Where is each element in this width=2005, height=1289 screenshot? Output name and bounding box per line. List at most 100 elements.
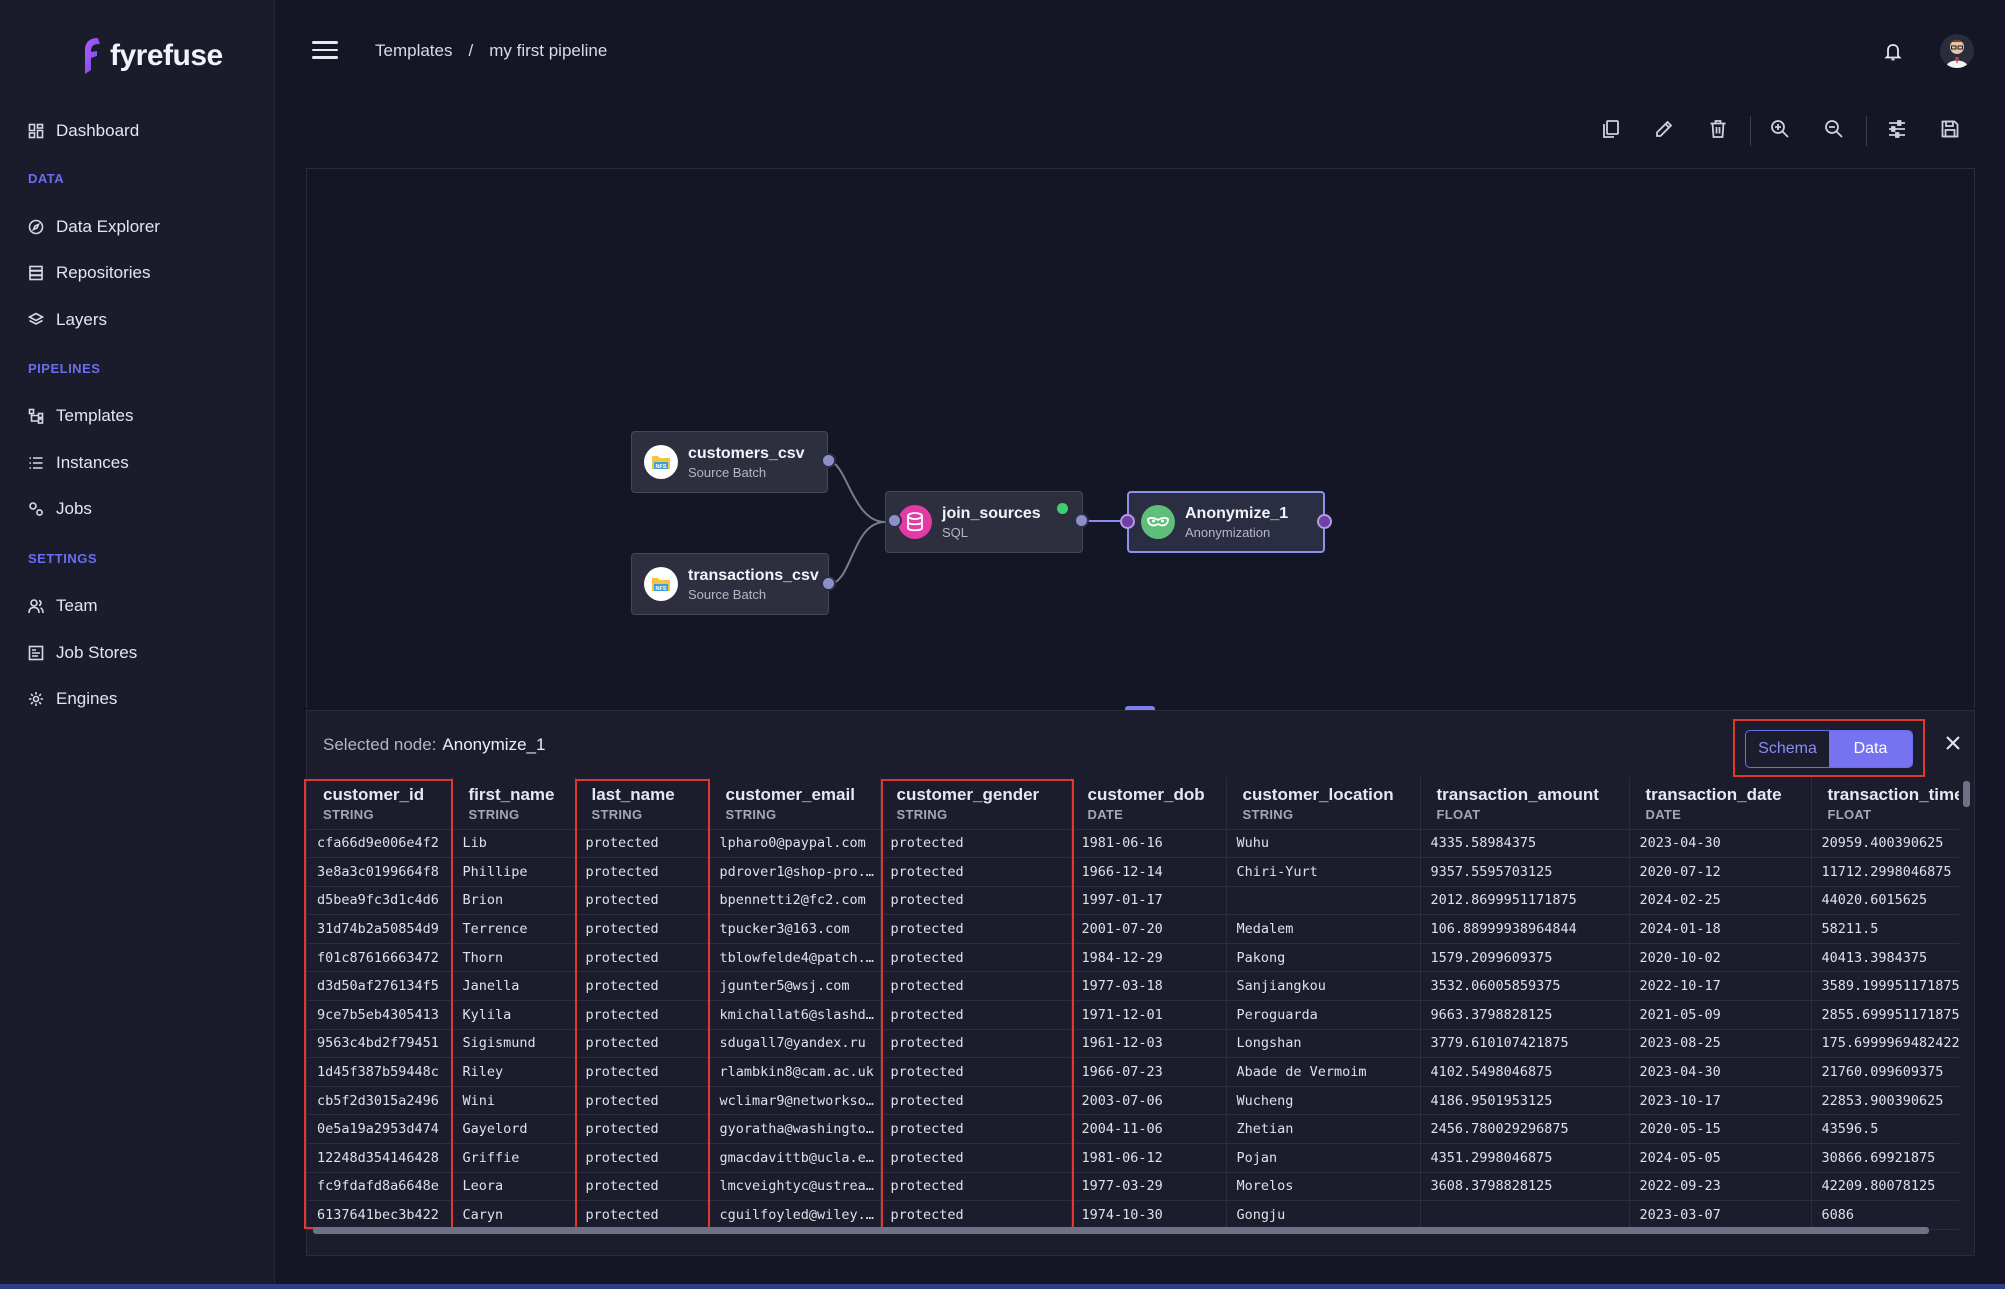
column-header[interactable]: customer_gender STRING — [880, 777, 1072, 830]
edge-customers-join — [827, 460, 886, 523]
table-cell: protected — [575, 886, 710, 916]
data-tab[interactable]: Data — [1829, 731, 1912, 767]
column-header[interactable]: customer_dob DATE — [1071, 777, 1227, 830]
table-row[interactable]: 9ce7b5eb4305413 Kylila protected kmichallat… — [307, 1000, 1959, 1030]
output-port[interactable] — [1074, 513, 1089, 528]
sidebar-item-engines[interactable]: Engines — [28, 686, 117, 712]
fyrefuse-logo[interactable]: fyrefuse — [80, 36, 223, 76]
column-header[interactable]: customer_email STRING — [709, 777, 881, 830]
table-row[interactable]: f01c87616663472 Thorn protected tblowfelde4… — [307, 943, 1959, 973]
avatar[interactable] — [1940, 34, 1974, 68]
copy-button[interactable] — [1600, 118, 1626, 144]
table-row[interactable]: d5bea9fc3d1c4d6 Brion protected bpennetti2@… — [307, 886, 1959, 916]
column-header[interactable]: customer_location STRING — [1226, 777, 1421, 830]
table-row[interactable]: 1d45f387b59448c Riley protected rlambkin8@c… — [307, 1057, 1959, 1087]
output-port[interactable] — [821, 453, 836, 468]
table-row[interactable]: 6137641bec3b422 Caryn protected cguilfoyled… — [307, 1200, 1959, 1230]
node-join-sources[interactable]: join_sources SQL — [885, 491, 1083, 553]
column-type: STRING — [591, 807, 643, 822]
sidebar-item-team[interactable]: Team — [28, 593, 98, 619]
team-icon — [28, 599, 44, 614]
table-row[interactable]: 12248d354146428 Griffie protected gmacdavit… — [307, 1143, 1959, 1173]
sidebar-item-dashboard[interactable]: Dashboard — [28, 118, 139, 144]
column-name: transaction_time — [1827, 785, 1960, 804]
column-header[interactable]: transaction_amount FLOAT — [1420, 777, 1630, 830]
table-cell: protected — [880, 1114, 1072, 1145]
table-cell: 11712.2998046875 — [1811, 857, 1959, 887]
sidebar-item-templates[interactable]: Templates — [28, 403, 133, 429]
table-cell: 4102.5498046875 — [1420, 1057, 1630, 1087]
input-port[interactable] — [887, 513, 902, 528]
node-anonymize-1[interactable]: Anonymize_1 Anonymization — [1127, 491, 1325, 553]
data-table[interactable]: customer_id STRING first_name STRING last_na… — [307, 777, 1959, 1235]
table-cell: sdugall7@yandex.ru — [709, 1029, 881, 1059]
table-cell: 9357.5595703125 — [1420, 857, 1630, 887]
table-row[interactable]: cfa66d9e006e4f2 Lib protected lpharo0@paypa… — [307, 829, 1959, 859]
column-header[interactable]: first_name STRING — [452, 777, 576, 830]
nfs-folder-icon: NFS — [644, 445, 678, 479]
menu-toggle-button[interactable] — [312, 41, 338, 65]
settings-button[interactable] — [1886, 118, 1912, 144]
output-port[interactable] — [1317, 514, 1332, 529]
column-header[interactable]: transaction_date DATE — [1629, 777, 1812, 830]
table-cell: gyoratha@washingto… — [709, 1114, 881, 1145]
logo-text: fyrefuse — [110, 39, 223, 72]
zoom-in-button[interactable] — [1769, 118, 1795, 144]
column-header[interactable]: customer_id STRING — [307, 777, 453, 830]
table-cell: Riley — [452, 1057, 576, 1087]
output-port[interactable] — [821, 576, 836, 591]
table-cell: 3779.610107421875 — [1420, 1029, 1630, 1059]
input-port[interactable] — [1120, 514, 1135, 529]
table-header-row: customer_id STRING first_name STRING last_na… — [307, 777, 1960, 830]
node-customers-csv[interactable]: NFS customers_csv Source Batch — [631, 431, 828, 493]
column-name: customer_email — [725, 785, 855, 804]
table-cell: protected — [880, 914, 1072, 944]
dashboard-icon — [28, 123, 44, 139]
save-button[interactable] — [1939, 118, 1965, 144]
edit-button[interactable] — [1653, 118, 1679, 144]
bell-icon[interactable] — [1884, 42, 1902, 62]
column-header[interactable]: transaction_time FLOAT — [1811, 777, 1960, 830]
table-cell: wclimar9@networkso… — [709, 1086, 881, 1116]
table-cell: Sanjiangkou — [1226, 971, 1421, 1002]
zoom-out-button[interactable] — [1823, 118, 1849, 144]
table-cell: 2024-01-18 — [1629, 914, 1812, 944]
schema-tab[interactable]: Schema — [1746, 731, 1829, 767]
job-stores-icon — [28, 645, 44, 661]
close-icon[interactable] — [1943, 733, 1963, 753]
table-row[interactable]: 9563c4bd2f79451 Sigismund protected sdugall… — [307, 1029, 1959, 1059]
table-cell: Griffie — [452, 1143, 576, 1173]
bottom-strip — [0, 1284, 2005, 1289]
sidebar-item-jobs[interactable]: Jobs — [28, 496, 92, 522]
table-row[interactable]: cb5f2d3015a2496 Wini protected wclimar9@net… — [307, 1086, 1959, 1116]
table-cell: cfa66d9e006e4f2 — [307, 829, 453, 859]
column-header[interactable]: last_name STRING — [575, 777, 710, 830]
table-row[interactable]: d3d50af276134f5 Janella protected jgunter5@… — [307, 971, 1959, 1002]
table-row[interactable]: 3e8a3c0199664f8 Phillipe protected pdrover1… — [307, 857, 1959, 887]
sidebar-item-job-stores[interactable]: Job Stores — [28, 640, 137, 666]
vertical-scrollbar[interactable] — [1963, 781, 1970, 807]
pipeline-canvas[interactable]: NFS customers_csv Source Batch NFS trans… — [306, 168, 1975, 708]
table-cell: 2003-07-06 — [1071, 1086, 1227, 1116]
table-row[interactable]: 0e5a19a2953d474 Gayelord protected gyoratha… — [307, 1114, 1959, 1145]
table-cell: 2023-08-25 — [1629, 1029, 1812, 1059]
node-transactions-csv[interactable]: NFS transactions_csv Source Batch — [631, 553, 829, 615]
table-row[interactable]: fc9fdafd8a6648e Leora protected lmcveightyc… — [307, 1172, 1959, 1202]
breadcrumb-templates[interactable]: Templates — [375, 41, 452, 61]
table-cell: Chiri-Yurt — [1226, 857, 1421, 887]
table-cell: protected — [575, 829, 710, 859]
table-cell: 4335.58984375 — [1420, 829, 1630, 859]
table-cell: protected — [575, 857, 710, 887]
sidebar-item-repositories[interactable]: Repositories — [28, 260, 151, 286]
sidebar-item-data-explorer[interactable]: Data Explorer — [28, 214, 160, 240]
node-subtitle: Source Batch — [688, 464, 767, 480]
table-cell: protected — [575, 1057, 710, 1087]
table-cell: f01c87616663472 — [307, 943, 453, 973]
table-cell: Kylila — [452, 1000, 576, 1030]
sidebar-item-layers[interactable]: Layers — [28, 307, 107, 333]
table-row[interactable]: 31d74b2a50854d9 Terrence protected tpucker3… — [307, 914, 1959, 944]
horizontal-scrollbar[interactable] — [313, 1227, 1929, 1234]
delete-button[interactable] — [1707, 118, 1733, 144]
sidebar-item-instances[interactable]: Instances — [28, 450, 129, 476]
table-cell: Pakong — [1226, 943, 1421, 973]
